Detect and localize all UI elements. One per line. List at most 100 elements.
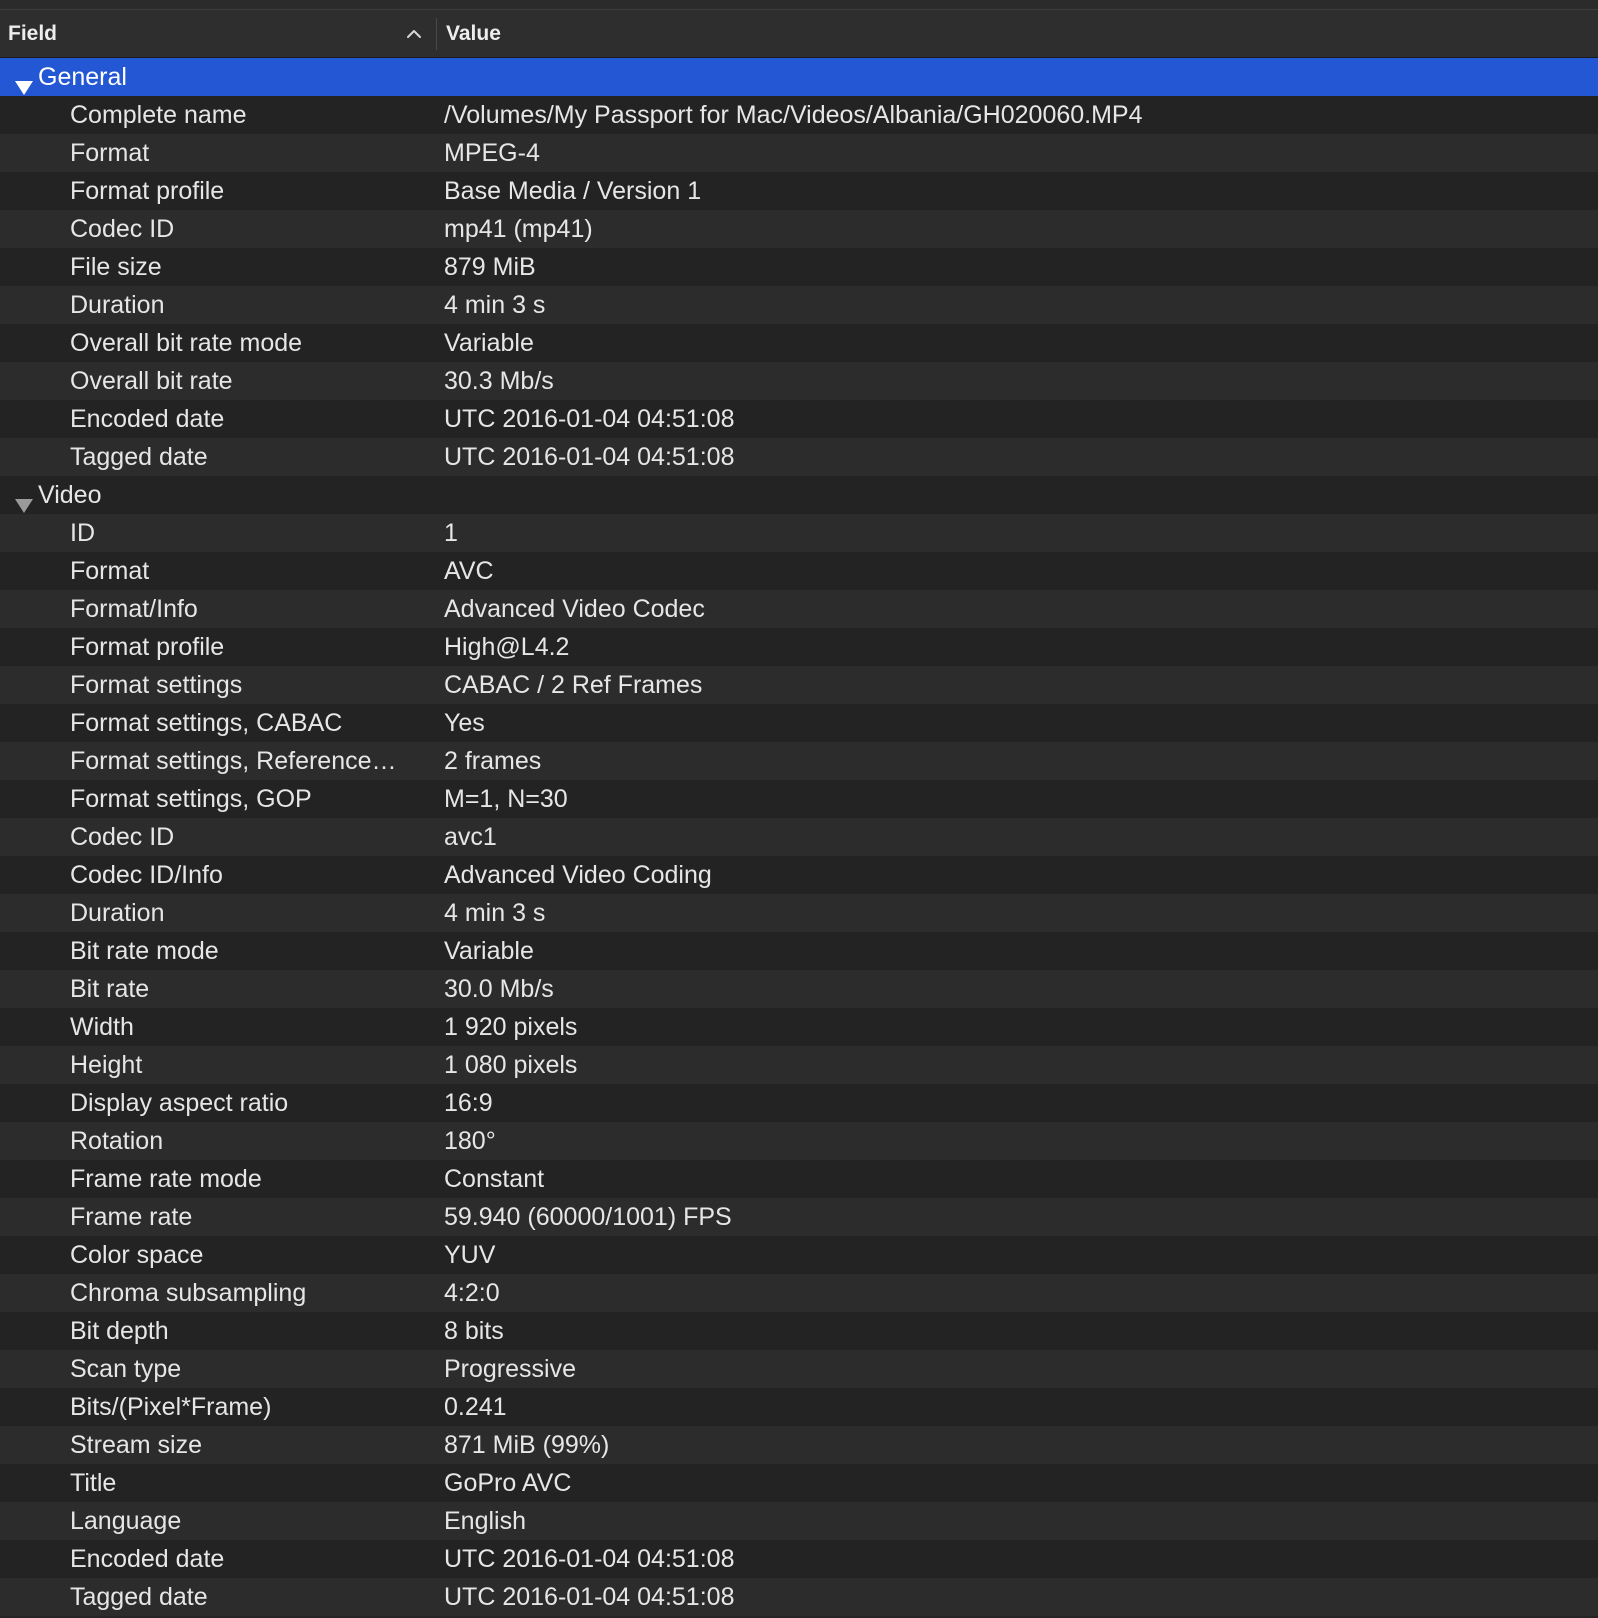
- table-row[interactable]: Scan type Progressive: [0, 1350, 1598, 1388]
- table-row[interactable]: Format settings, GOP M=1, N=30: [0, 780, 1598, 818]
- value-cell: CABAC / 2 Ref Frames: [444, 671, 703, 699]
- value-cell: 4:2:0: [444, 1279, 500, 1307]
- field-cell: Format/Info: [70, 595, 198, 623]
- table-row[interactable]: Format AVC: [0, 552, 1598, 590]
- value-cell: 1 920 pixels: [444, 1013, 578, 1041]
- table-row[interactable]: Bit rate 30.0 Mb/s: [0, 970, 1598, 1008]
- column-header-field[interactable]: Field: [8, 10, 57, 57]
- table-row[interactable]: Format profile High@L4.2: [0, 628, 1598, 666]
- value-cell: 1: [444, 519, 458, 547]
- value-cell: 180°: [444, 1127, 496, 1155]
- field-cell: Format settings, Reference…: [70, 747, 397, 775]
- table-row[interactable]: ID 1: [0, 514, 1598, 552]
- value-cell: UTC 2016-01-04 04:51:08: [444, 443, 735, 471]
- table-row[interactable]: Language English: [0, 1502, 1598, 1540]
- group-label: General: [38, 63, 127, 91]
- field-cell: Tagged date: [70, 1583, 208, 1611]
- field-cell: Duration: [70, 291, 165, 319]
- table-row[interactable]: Bit depth 8 bits: [0, 1312, 1598, 1350]
- table-row[interactable]: Tagged date UTC 2016-01-04 04:51:08: [0, 1578, 1598, 1616]
- field-cell: Color space: [70, 1241, 204, 1269]
- field-cell: Overall bit rate: [70, 367, 233, 395]
- table-row[interactable]: Encoded date UTC 2016-01-04 04:51:08: [0, 1540, 1598, 1578]
- table-row[interactable]: Format settings CABAC / 2 Ref Frames: [0, 666, 1598, 704]
- value-cell: 879 MiB: [444, 253, 536, 281]
- table-row[interactable]: Format/Info Advanced Video Codec: [0, 590, 1598, 628]
- field-cell: Format: [70, 139, 150, 167]
- group-row-general[interactable]: General: [0, 58, 1598, 96]
- field-cell: ID: [70, 519, 95, 547]
- chevron-up-icon[interactable]: [406, 26, 422, 42]
- field-cell: Format profile: [70, 633, 225, 661]
- value-cell: 0.241: [444, 1393, 507, 1421]
- value-cell: Yes: [444, 709, 485, 737]
- value-cell: 2 frames: [444, 747, 542, 775]
- field-cell: Frame rate: [70, 1203, 193, 1231]
- table-row[interactable]: Frame rate 59.940 (60000/1001) FPS: [0, 1198, 1598, 1236]
- table-row[interactable]: Codec ID mp41 (mp41): [0, 210, 1598, 248]
- field-cell: Encoded date: [70, 1545, 225, 1573]
- field-cell: Format profile: [70, 177, 225, 205]
- table-row[interactable]: Format settings, CABAC Yes: [0, 704, 1598, 742]
- disclosure-triangle-icon[interactable]: [14, 487, 34, 513]
- value-cell: 30.0 Mb/s: [444, 975, 554, 1003]
- table-row[interactable]: Frame rate mode Constant: [0, 1160, 1598, 1198]
- table-row[interactable]: Overall bit rate 30.3 Mb/s: [0, 362, 1598, 400]
- table-row[interactable]: Codec ID/Info Advanced Video Coding: [0, 856, 1598, 894]
- field-cell: Encoded date: [70, 405, 225, 433]
- table-row[interactable]: Duration 4 min 3 s: [0, 894, 1598, 932]
- column-separator[interactable]: [436, 18, 437, 50]
- value-cell: English: [444, 1507, 526, 1535]
- field-cell: Rotation: [70, 1127, 164, 1155]
- value-cell: UTC 2016-01-04 04:51:08: [444, 1583, 735, 1611]
- table-row[interactable]: Color space YUV: [0, 1236, 1598, 1274]
- value-cell: mp41 (mp41): [444, 215, 593, 243]
- value-cell: Advanced Video Codec: [444, 595, 705, 623]
- field-cell: Codec ID: [70, 823, 175, 851]
- field-cell: Bit depth: [70, 1317, 169, 1345]
- table-row[interactable]: Format profile Base Media / Version 1: [0, 172, 1598, 210]
- field-cell: Bit rate mode: [70, 937, 219, 965]
- table-row[interactable]: Stream size 871 MiB (99%): [0, 1426, 1598, 1464]
- group-row-video[interactable]: Video: [0, 476, 1598, 514]
- table-row[interactable]: Tagged date UTC 2016-01-04 04:51:08: [0, 438, 1598, 476]
- field-cell: Width: [70, 1013, 134, 1041]
- table-row[interactable]: Chroma subsampling 4:2:0: [0, 1274, 1598, 1312]
- table-row[interactable]: File size 879 MiB: [0, 248, 1598, 286]
- table-row[interactable]: Codec ID avc1: [0, 818, 1598, 856]
- table-row[interactable]: Height 1 080 pixels: [0, 1046, 1598, 1084]
- value-cell: 4 min 3 s: [444, 899, 546, 927]
- value-cell: /Volumes/My Passport for Mac/Videos/Alba…: [444, 101, 1143, 129]
- value-cell: Base Media / Version 1: [444, 177, 702, 205]
- table-row[interactable]: Complete name/Volumes/My Passport for Ma…: [0, 96, 1598, 134]
- table-row[interactable]: Width 1 920 pixels: [0, 1008, 1598, 1046]
- table-row[interactable]: Rotation 180°: [0, 1122, 1598, 1160]
- field-cell: Codec ID: [70, 215, 175, 243]
- field-cell: Scan type: [70, 1355, 182, 1383]
- field-cell: Bit rate: [70, 975, 150, 1003]
- field-cell: Codec ID/Info: [70, 861, 223, 889]
- column-header-value[interactable]: Value: [446, 10, 501, 57]
- window-top-strip: [0, 0, 1598, 10]
- field-cell: Title: [70, 1469, 117, 1497]
- value-cell: GoPro AVC: [444, 1469, 572, 1497]
- disclosure-triangle-icon[interactable]: [14, 69, 34, 95]
- field-cell: Overall bit rate mode: [70, 329, 303, 357]
- field-cell: Bits/(Pixel*Frame): [70, 1393, 272, 1421]
- table-row[interactable]: Format settings, Reference… 2 frames: [0, 742, 1598, 780]
- table-row[interactable]: Bit rate mode Variable: [0, 932, 1598, 970]
- table-row[interactable]: Format MPEG-4: [0, 134, 1598, 172]
- table-row[interactable]: Title GoPro AVC: [0, 1464, 1598, 1502]
- table-header: Field Value: [0, 10, 1598, 58]
- field-cell: Format settings, CABAC: [70, 709, 343, 737]
- table-row[interactable]: Overall bit rate mode Variable: [0, 324, 1598, 362]
- table-row[interactable]: Display aspect ratio 16:9: [0, 1084, 1598, 1122]
- field-cell: Display aspect ratio: [70, 1089, 289, 1117]
- field-cell: Chroma subsampling: [70, 1279, 307, 1307]
- table-row[interactable]: Encoded date UTC 2016-01-04 04:51:08: [0, 400, 1598, 438]
- value-cell: UTC 2016-01-04 04:51:08: [444, 405, 735, 433]
- table-row[interactable]: Duration 4 min 3 s: [0, 286, 1598, 324]
- field-cell: Language: [70, 1507, 182, 1535]
- field-cell: Complete name: [70, 101, 247, 129]
- table-row[interactable]: Bits/(Pixel*Frame) 0.241: [0, 1388, 1598, 1426]
